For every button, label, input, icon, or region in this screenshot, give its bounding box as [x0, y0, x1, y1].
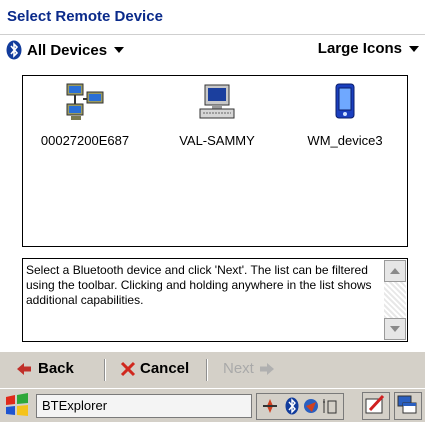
next-arrow-icon	[259, 362, 274, 375]
network-computer-icon	[66, 83, 104, 120]
windows-start-icon[interactable]	[2, 392, 32, 418]
back-arrow-icon	[17, 362, 31, 375]
back-button[interactable]: Back	[16, 360, 74, 377]
back-label: Back	[38, 360, 74, 377]
device-filter-dropdown[interactable]: All Devices	[6, 40, 125, 60]
running-app-label: BTExplorer	[42, 398, 108, 413]
device-name: VAL-SAMMY	[179, 133, 255, 148]
taskbar: BTExplorer	[0, 388, 425, 422]
windows-switch-icon	[397, 395, 417, 414]
pda-device-icon	[335, 83, 355, 119]
chevron-down-icon	[114, 47, 125, 53]
next-label: Next	[223, 360, 254, 377]
chevron-down-icon	[409, 45, 419, 52]
scroll-up-button[interactable]	[384, 260, 406, 282]
cancel-button[interactable]: Cancel	[120, 360, 189, 377]
scroll-down-button[interactable]	[384, 318, 406, 340]
arrow-down-icon	[390, 326, 400, 332]
connectivity-icon[interactable]	[302, 397, 320, 415]
cancel-x-icon	[120, 361, 136, 376]
device-list[interactable]: 00027200E687 VAL-SAMMY WM_device3	[22, 75, 408, 247]
help-text-box: Select a Bluetooth device and click 'Nex…	[22, 258, 408, 342]
wizard-navigation-bar: Back Cancel Next	[0, 352, 425, 388]
cancel-label: Cancel	[140, 360, 190, 377]
divider	[104, 359, 106, 381]
help-scrollbar[interactable]	[384, 260, 406, 340]
view-mode-label: Large Icons	[317, 40, 402, 57]
device-item[interactable]: WM_device3	[285, 82, 405, 148]
running-app-button[interactable]: BTExplorer	[36, 394, 252, 418]
desktop-computer-icon	[199, 84, 235, 119]
arrow-up-icon	[390, 268, 400, 274]
help-text: Select a Bluetooth device and click 'Nex…	[26, 263, 372, 307]
input-panel-button[interactable]	[362, 392, 390, 420]
network-status-icon[interactable]	[261, 397, 279, 415]
filter-toolbar: All Devices Large Icons	[0, 35, 425, 65]
bluetooth-tray-icon[interactable]	[283, 397, 301, 415]
device-filter-label: All Devices	[27, 41, 108, 59]
divider	[206, 359, 208, 381]
switch-window-button[interactable]	[394, 392, 422, 420]
pen-input-icon	[365, 394, 385, 414]
device-item[interactable]: VAL-SAMMY	[157, 82, 277, 148]
device-name: 00027200E687	[40, 133, 130, 148]
signal-strength-icon[interactable]	[322, 397, 340, 415]
page-title: Select Remote Device	[7, 8, 163, 25]
device-name: WM_device3	[307, 133, 383, 148]
next-button[interactable]: Next	[223, 360, 275, 377]
view-mode-dropdown[interactable]: Large Icons	[318, 40, 419, 57]
bluetooth-icon	[6, 40, 22, 60]
system-tray	[256, 393, 344, 420]
title-bar: Select Remote Device	[0, 0, 425, 35]
device-item[interactable]: 00027200E687	[25, 82, 145, 148]
